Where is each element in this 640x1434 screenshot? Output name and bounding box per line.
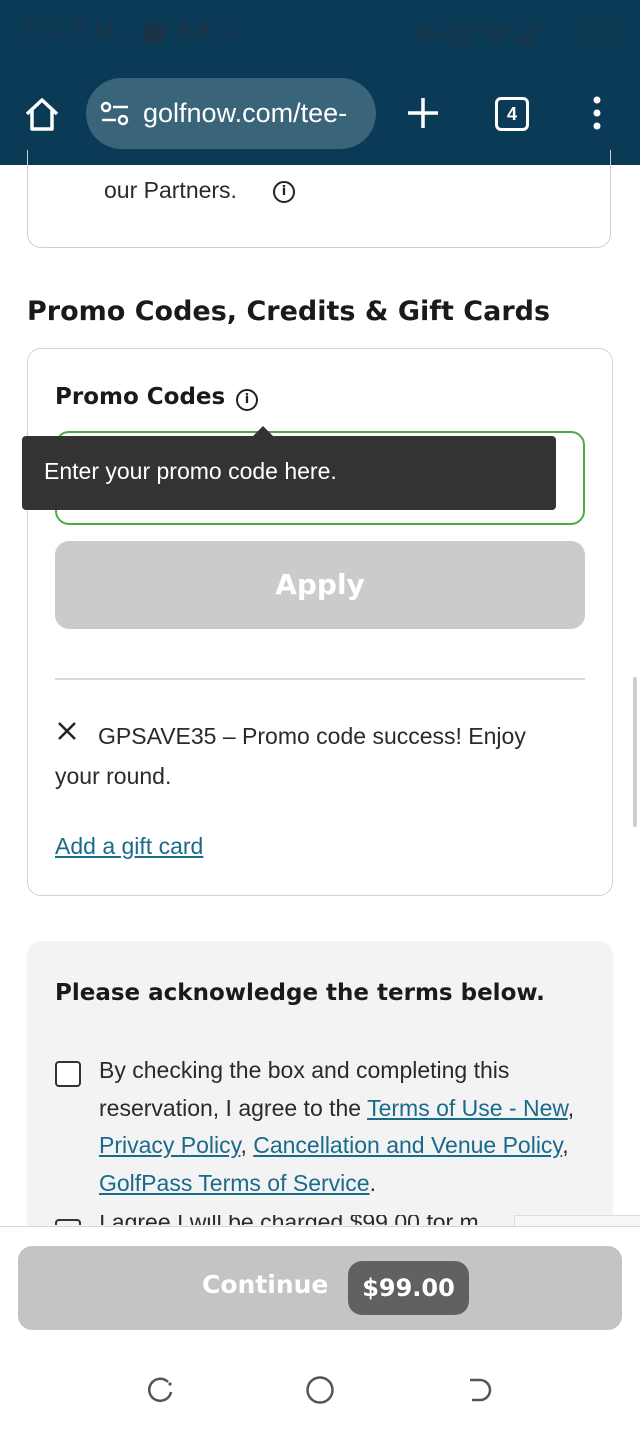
app-notification-icon bbox=[143, 23, 165, 45]
partners-text: our Partners. bbox=[104, 177, 237, 203]
apply-button[interactable]: Apply bbox=[55, 541, 585, 629]
recent-apps-icon[interactable] bbox=[146, 1376, 174, 1404]
mail-icon bbox=[181, 21, 209, 42]
back-icon[interactable] bbox=[466, 1376, 494, 1404]
terms-checkbox[interactable] bbox=[55, 1061, 81, 1087]
continue-label: Continue bbox=[202, 1270, 329, 1299]
browser-top-bar: 3:57 P. M. golfnow.com/tee- 4 bbox=[0, 0, 640, 165]
price-badge: $99.00 bbox=[348, 1261, 469, 1315]
status-time: 3:57 P. M. bbox=[22, 18, 120, 43]
charge-acknowledge-row: I agree I will be charged $99.00 for m bbox=[55, 1215, 515, 1225]
charge-checkbox[interactable] bbox=[55, 1219, 81, 1225]
page-scrollbar[interactable] bbox=[633, 677, 637, 827]
url-text: golfnow.com/tee- bbox=[143, 98, 348, 128]
dot-icon bbox=[228, 30, 234, 36]
terms-of-use-link[interactable]: Terms of Use - New bbox=[367, 1095, 568, 1121]
battery-icon bbox=[578, 21, 619, 43]
more-options-icon[interactable] bbox=[590, 96, 604, 130]
add-gift-card-link[interactable]: Add a gift card bbox=[55, 833, 203, 860]
cancellation-policy-link[interactable]: Cancellation and Venue Policy bbox=[253, 1132, 562, 1158]
golfpass-terms-link[interactable]: GolfPass Terms of Service bbox=[99, 1170, 370, 1196]
nav-home-icon[interactable] bbox=[305, 1375, 335, 1405]
promo-section-title: Promo Codes, Credits & Gift Cards bbox=[27, 296, 551, 327]
promo-tooltip: Enter your promo code here. bbox=[22, 436, 556, 510]
promo-success-message: GPSAVE35 – Promo code success! Enjoy you… bbox=[55, 723, 526, 789]
terms-separator: , bbox=[567, 1094, 575, 1121]
new-tab-icon[interactable] bbox=[406, 96, 440, 130]
home-icon[interactable] bbox=[22, 94, 62, 134]
wifi-signal-icon bbox=[483, 23, 535, 44]
key-icon bbox=[418, 26, 442, 40]
charge-acknowledge-text: I agree I will be charged $99.00 for m bbox=[99, 1215, 479, 1225]
promo-codes-label: Promo Codes bbox=[55, 384, 226, 410]
site-settings-icon[interactable] bbox=[100, 100, 130, 128]
privacy-policy-link[interactable]: Privacy Policy bbox=[99, 1132, 240, 1158]
status-bar: 3:57 P. M. bbox=[0, 0, 640, 64]
tooltip-arrow bbox=[253, 426, 273, 436]
promo-info-icon[interactable]: i bbox=[236, 389, 258, 411]
terms-separator: , bbox=[562, 1132, 569, 1158]
tab-switcher-button[interactable]: 4 bbox=[495, 97, 529, 131]
terms-text: By checking the box and completing this … bbox=[99, 1052, 579, 1202]
divider bbox=[55, 678, 585, 680]
terms-title: Please acknowledge the terms below. bbox=[55, 980, 545, 1006]
alarm-icon bbox=[452, 23, 474, 45]
terms-separator: , bbox=[240, 1132, 254, 1158]
terms-period: . bbox=[369, 1169, 376, 1196]
info-icon[interactable]: i bbox=[273, 181, 295, 203]
url-bar[interactable]: golfnow.com/tee- bbox=[86, 78, 376, 149]
